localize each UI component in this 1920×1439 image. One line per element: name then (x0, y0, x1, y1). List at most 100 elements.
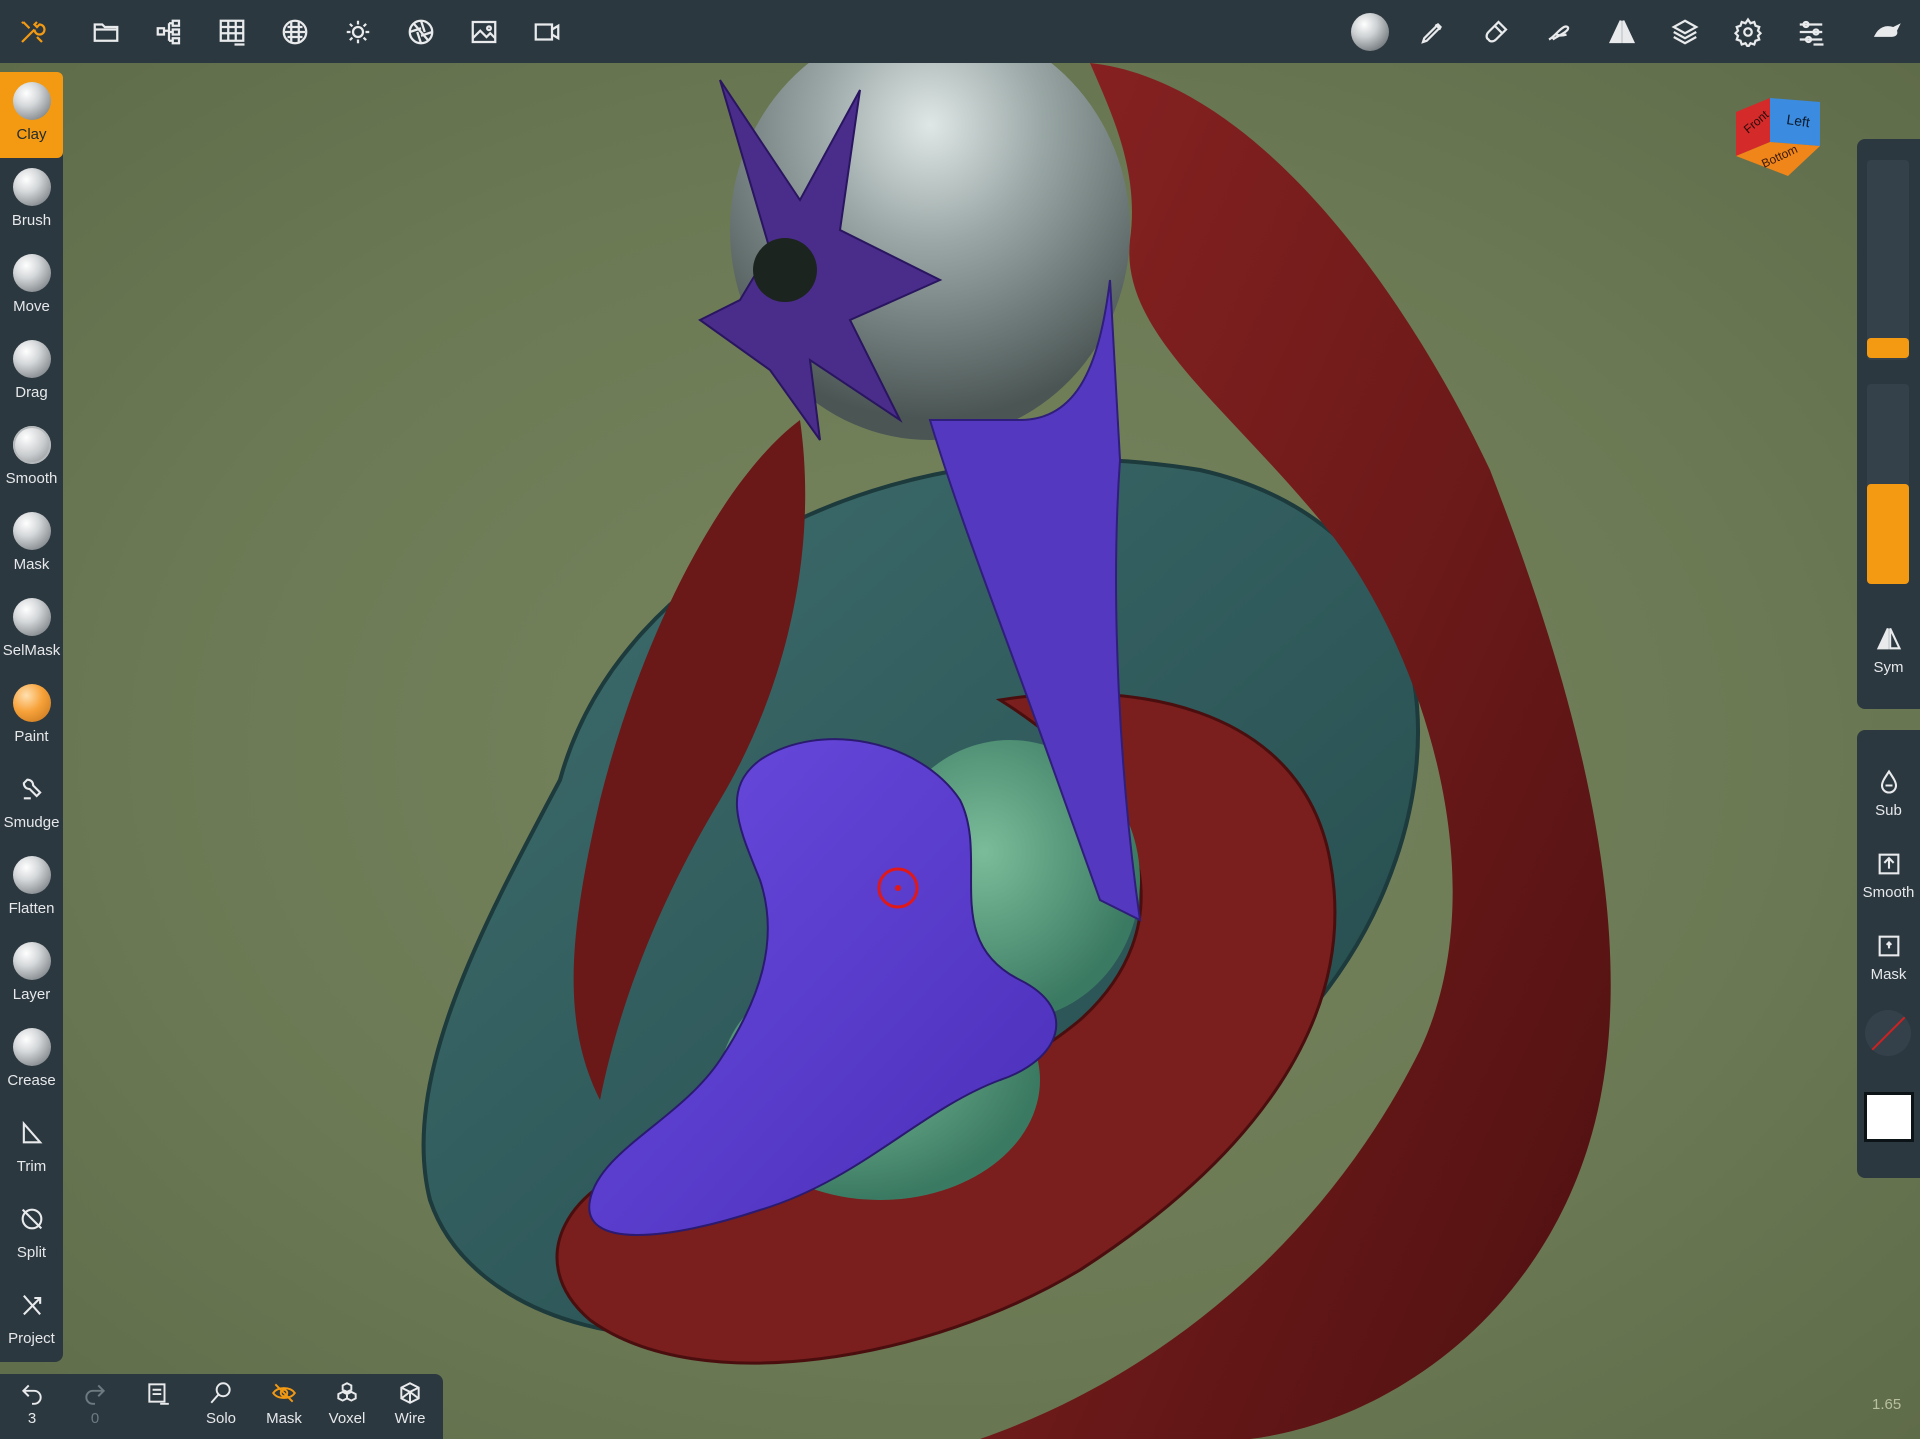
folder-icon[interactable] (86, 12, 126, 52)
sym-label: Sym (1873, 659, 1904, 676)
tool-smudge-button[interactable]: Smudge (0, 760, 63, 846)
layers-icon[interactable] (1665, 12, 1705, 52)
solo-label: Solo (205, 1410, 237, 1427)
list-icon (148, 1383, 169, 1405)
tools-icon[interactable] (12, 12, 52, 52)
sym-button[interactable]: Sym (1857, 625, 1920, 676)
mask-visibility-button[interactable]: Mask (256, 1380, 312, 1438)
tool-label: Clay (16, 126, 47, 143)
radius-slider[interactable] (1867, 160, 1909, 360)
intensity-slider[interactable] (1867, 384, 1909, 584)
tool-label: Project (8, 1330, 55, 1347)
mask-label: Mask (266, 1410, 302, 1427)
scene-list-button[interactable] (130, 1380, 186, 1438)
symmetry-toggle-icon (1876, 628, 1901, 650)
smudge-icon (13, 770, 51, 808)
drop-icon (1880, 769, 1897, 794)
sliders-icon[interactable] (1791, 12, 1831, 52)
wireframe-icon (400, 1382, 420, 1404)
bottom-toolbar: 3 0 Solo Mask Voxel Wire (0, 1374, 443, 1439)
tool-layer-button[interactable]: Layer (0, 932, 63, 1018)
tool-move-button[interactable]: Move (0, 244, 63, 330)
radius-slider-thumb[interactable] (1867, 338, 1909, 358)
redo-button[interactable]: 0 (67, 1380, 123, 1438)
crease-icon (12, 1028, 51, 1066)
grid-icon[interactable] (212, 12, 252, 52)
wireframe-button[interactable]: Wire (382, 1380, 438, 1438)
tool-label: Move (13, 298, 50, 315)
brush-cursor-dot (895, 885, 901, 891)
tool-label: Smooth (5, 470, 58, 487)
solo-button[interactable]: Solo (193, 1380, 249, 1438)
flatten-icon (12, 856, 51, 894)
tool-label: Layer (12, 986, 51, 1003)
eye-slash-icon (271, 1383, 297, 1403)
settings-icon[interactable] (1728, 12, 1768, 52)
brush-icon (12, 168, 51, 206)
no-color-swatch[interactable] (1865, 1010, 1911, 1056)
tool-label: Trim (16, 1158, 47, 1175)
tool-trim-button[interactable]: Trim (0, 1104, 63, 1190)
video-icon[interactable] (527, 12, 567, 52)
solo-search-icon (210, 1382, 231, 1404)
scene-tree-icon[interactable] (149, 12, 189, 52)
undo-button[interactable]: 3 (4, 1380, 60, 1438)
sub-label: Sub (1875, 802, 1902, 819)
mask-icon (12, 512, 51, 550)
symmetry-icon[interactable] (1602, 12, 1642, 52)
sculpt-scene[interactable] (0, 63, 1920, 1439)
mask-modifier-label: Mask (1870, 966, 1907, 983)
light-icon[interactable] (338, 12, 378, 52)
image-icon[interactable] (464, 12, 504, 52)
tool-smooth-button[interactable]: Smooth (0, 416, 63, 502)
trim-icon (13, 1114, 51, 1152)
interface-icon[interactable] (1867, 12, 1907, 52)
smooth-modifier-button[interactable]: Smooth (1857, 850, 1920, 901)
color-swatch-white[interactable] (1864, 1092, 1914, 1142)
brush-icon[interactable] (1476, 12, 1516, 52)
wire-label: Wire (394, 1410, 426, 1427)
tool-paint-button[interactable]: Paint (0, 674, 63, 760)
stroke-icon[interactable] (1539, 12, 1579, 52)
tool-label: Mask (13, 556, 50, 573)
camera-aperture-icon[interactable] (401, 12, 441, 52)
mask-modifier-button[interactable]: Mask (1857, 932, 1920, 983)
smooth-modifier-icon (1878, 853, 1899, 875)
smooth-icon (12, 426, 51, 464)
split-icon (13, 1200, 51, 1238)
navcube-left-label: Left (1786, 111, 1811, 130)
intensity-slider-fill[interactable] (1867, 484, 1909, 584)
tool-flatten-button[interactable]: Flatten (0, 846, 63, 932)
smooth-modifier-label: Smooth (1862, 884, 1915, 901)
top-toolbar (0, 0, 1920, 63)
3d-viewport[interactable] (0, 63, 1920, 1439)
tool-mask-button[interactable]: Mask (0, 502, 63, 588)
undo-icon (21, 1384, 42, 1405)
tool-split-button[interactable]: Split (0, 1190, 63, 1276)
mask-modifier-icon (1878, 935, 1899, 957)
navigation-cube[interactable]: Front Left Bottom (1728, 92, 1828, 192)
flower-center[interactable] (753, 238, 817, 302)
sub-button[interactable]: Sub (1857, 768, 1920, 819)
pencil-icon[interactable] (1413, 12, 1453, 52)
tool-label: Paint (14, 728, 49, 745)
project-icon (13, 1286, 51, 1324)
redo-count: 0 (90, 1410, 100, 1427)
tool-crease-button[interactable]: Crease (0, 1018, 63, 1104)
tool-label: Brush (11, 212, 52, 229)
undo-count: 3 (27, 1410, 37, 1427)
tool-label: Flatten (8, 900, 55, 917)
material-sphere-icon[interactable] (275, 12, 315, 52)
tool-drag-button[interactable]: Drag (0, 330, 63, 416)
drag-icon (12, 340, 51, 378)
tool-brush-button[interactable]: Brush (0, 158, 63, 244)
tool-clay-button[interactable]: Clay (0, 72, 63, 158)
clay-icon (12, 82, 51, 120)
tool-selmask-button[interactable]: SelMask (0, 588, 63, 674)
matcap-sphere-icon[interactable] (1350, 12, 1390, 52)
voxel-button[interactable]: Voxel (319, 1380, 375, 1438)
layer-icon (12, 942, 51, 980)
tool-label: Crease (7, 1072, 56, 1089)
move-icon (12, 254, 51, 292)
tool-project-button[interactable]: Project (0, 1276, 63, 1362)
